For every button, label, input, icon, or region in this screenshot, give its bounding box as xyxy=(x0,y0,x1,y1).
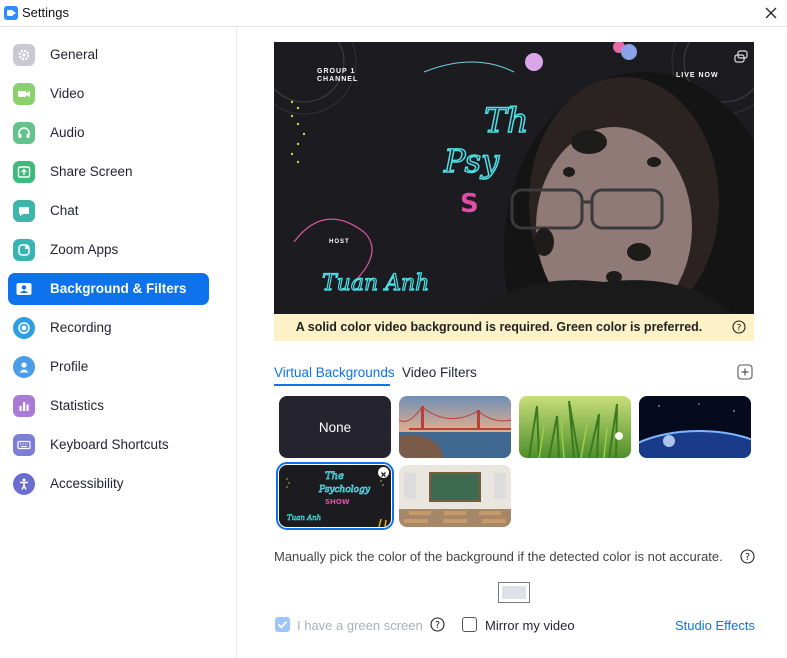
svg-text:?: ? xyxy=(435,620,440,631)
close-icon[interactable] xyxy=(761,3,781,23)
background-classroom[interactable] xyxy=(399,465,511,527)
share-screen-icon xyxy=(13,161,35,183)
background-color-picker[interactable] xyxy=(498,582,530,603)
svg-text:Psychology: Psychology xyxy=(318,485,371,495)
keyboard-icon xyxy=(13,434,35,456)
headphones-icon xyxy=(13,122,35,144)
remove-background-icon[interactable] xyxy=(378,467,389,478)
sidebar-item-label: Share Screen xyxy=(50,164,133,179)
switch-camera-icon[interactable] xyxy=(734,50,748,64)
warning-text: A solid color video background is requir… xyxy=(295,320,703,334)
zoom-app-icon xyxy=(4,6,18,20)
background-none[interactable]: None xyxy=(279,396,391,458)
green-screen-checkbox[interactable] xyxy=(275,617,290,632)
chat-icon xyxy=(13,200,35,222)
record-icon xyxy=(13,317,35,339)
svg-text:?: ? xyxy=(745,552,750,563)
picked-color-swatch xyxy=(502,586,526,599)
gear-icon xyxy=(13,44,35,66)
background-psychology-show[interactable]: The Psychology SHOW Tuan Anh xyxy=(276,462,394,530)
background-earth-from-space[interactable] xyxy=(639,396,751,458)
host-label: HOST xyxy=(329,239,350,245)
bridge-thumbnail-image xyxy=(399,396,511,458)
help-icon[interactable]: ? xyxy=(732,320,746,334)
active-tab-indicator xyxy=(274,384,390,386)
svg-text:Psy: Psy xyxy=(443,142,500,180)
sidebar-item-label: Audio xyxy=(50,125,85,140)
add-background-icon[interactable] xyxy=(737,364,753,380)
svg-text:Th: Th xyxy=(484,101,529,141)
sidebar-item-share-screen[interactable]: Share Screen xyxy=(8,156,209,188)
sidebar-item-accessibility[interactable]: Accessibility xyxy=(8,468,209,500)
mirror-video-label: Mirror my video xyxy=(485,618,575,633)
sidebar-item-label: Video xyxy=(50,86,85,101)
title-bar: Settings xyxy=(0,0,787,27)
svg-text:?: ? xyxy=(737,324,742,334)
none-label: None xyxy=(318,419,352,435)
sidebar: General Video Audio Share Screen Chat Zo… xyxy=(0,27,237,658)
tab-video-filters[interactable]: Video Filters xyxy=(402,365,477,380)
video-preview: Th Psy S Tuan Anh GROUP 1 CHANNEL LIVE N… xyxy=(274,42,754,314)
sidebar-item-label: Profile xyxy=(50,359,89,374)
sidebar-item-chat[interactable]: Chat xyxy=(8,195,209,227)
svg-text:The: The xyxy=(325,471,344,482)
person-card-icon xyxy=(13,278,35,300)
bar-chart-icon xyxy=(13,395,35,417)
studio-effects-link[interactable]: Studio Effects xyxy=(675,618,755,633)
sidebar-item-recording[interactable]: Recording xyxy=(8,312,209,344)
background-golden-gate-bridge[interactable] xyxy=(399,396,511,458)
grass-thumbnail-image xyxy=(519,396,631,458)
svg-text:Tuan Anh: Tuan Anh xyxy=(287,514,321,522)
sidebar-item-label: Accessibility xyxy=(50,476,124,491)
green-screen-label: I have a green screen xyxy=(297,618,423,633)
color-note: Manually pick the color of the backgroun… xyxy=(274,549,723,564)
sidebar-item-label: Recording xyxy=(50,320,112,335)
sidebar-item-keyboard-shortcuts[interactable]: Keyboard Shortcuts xyxy=(8,429,209,461)
psychology-show-thumbnail-image: The Psychology SHOW Tuan Anh xyxy=(279,465,391,527)
mirror-video-checkbox[interactable] xyxy=(462,617,477,632)
background-grass[interactable] xyxy=(519,396,631,458)
main-panel: Th Psy S Tuan Anh GROUP 1 CHANNEL LIVE N… xyxy=(238,27,787,658)
help-icon[interactable]: ? xyxy=(740,549,755,564)
sidebar-item-video[interactable]: Video xyxy=(8,78,209,110)
svg-text:SHOW: SHOW xyxy=(325,498,350,506)
accessibility-icon xyxy=(13,473,35,495)
classroom-thumbnail-image xyxy=(399,465,511,527)
sidebar-item-label: General xyxy=(50,47,99,62)
sidebar-item-audio[interactable]: Audio xyxy=(8,117,209,149)
sidebar-item-label: Keyboard Shortcuts xyxy=(50,437,169,452)
sidebar-item-general[interactable]: General xyxy=(8,39,209,71)
window-title: Settings xyxy=(22,5,69,20)
sidebar-item-label: Statistics xyxy=(50,398,105,413)
group-label: GROUP 1 xyxy=(317,68,356,75)
sidebar-item-statistics[interactable]: Statistics xyxy=(8,390,209,422)
tab-virtual-backgrounds[interactable]: Virtual Backgrounds xyxy=(274,365,395,380)
earth-thumbnail-image xyxy=(639,396,751,458)
apps-icon xyxy=(13,239,35,261)
sidebar-item-label: Zoom Apps xyxy=(50,242,119,257)
sidebar-item-label: Chat xyxy=(50,203,79,218)
live-now-label: LIVE NOW xyxy=(676,72,719,79)
svg-text:S: S xyxy=(460,189,479,219)
sidebar-item-profile[interactable]: Profile xyxy=(8,351,209,383)
svg-text:Tuan Anh: Tuan Anh xyxy=(322,271,429,296)
sidebar-item-label: Background & Filters xyxy=(50,281,187,296)
help-icon[interactable]: ? xyxy=(430,617,445,632)
warning-banner: A solid color video background is requir… xyxy=(274,314,754,341)
video-camera-icon xyxy=(13,83,35,105)
channel-label: CHANNEL xyxy=(317,76,359,83)
sidebar-item-zoom-apps[interactable]: Zoom Apps xyxy=(8,234,209,266)
profile-icon xyxy=(13,356,35,378)
sidebar-item-background-filters[interactable]: Background & Filters xyxy=(8,273,209,305)
